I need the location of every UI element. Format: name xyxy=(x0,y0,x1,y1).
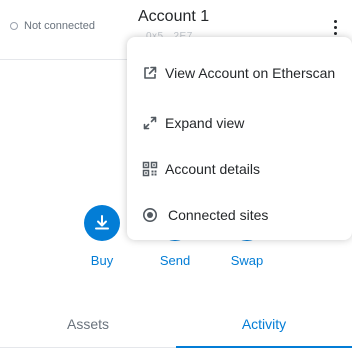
account-name[interactable]: Account 1 xyxy=(138,8,209,26)
kebab-dot-icon xyxy=(333,31,337,35)
kebab-dot-icon xyxy=(333,19,337,23)
qr-code-icon xyxy=(142,161,158,177)
view-on-etherscan-item[interactable]: View Account on Etherscan xyxy=(127,45,352,101)
account-options-button[interactable] xyxy=(327,16,343,38)
home-tabs: Assets Activity xyxy=(0,300,352,348)
connected-sites-item[interactable]: Connected sites xyxy=(127,199,352,231)
expand-view-item[interactable]: Expand view xyxy=(127,107,352,139)
connection-status[interactable]: Not connected xyxy=(10,20,95,32)
expand-view-label: Expand view xyxy=(165,115,245,131)
buy-button[interactable]: Buy xyxy=(72,205,132,268)
connection-dot-icon xyxy=(10,22,18,30)
connected-sites-label: Connected sites xyxy=(168,207,269,223)
connection-status-label: Not connected xyxy=(24,20,95,32)
swap-label: Swap xyxy=(230,253,264,268)
expand-icon xyxy=(142,115,158,131)
send-label: Send xyxy=(159,253,191,268)
download-icon xyxy=(84,205,120,241)
view-on-etherscan-label: View Account on Etherscan xyxy=(165,65,336,81)
buy-label: Buy xyxy=(90,253,114,268)
account-details-label: Account details xyxy=(165,161,260,177)
tab-activity[interactable]: Activity xyxy=(176,300,352,348)
tab-assets[interactable]: Assets xyxy=(0,300,176,348)
connected-sites-icon xyxy=(142,207,158,223)
account-details-item[interactable]: Account details xyxy=(127,153,352,185)
external-link-icon xyxy=(142,65,158,81)
kebab-dot-icon xyxy=(333,25,337,29)
account-options-menu: View Account on Etherscan Expand view Ac… xyxy=(127,37,352,240)
